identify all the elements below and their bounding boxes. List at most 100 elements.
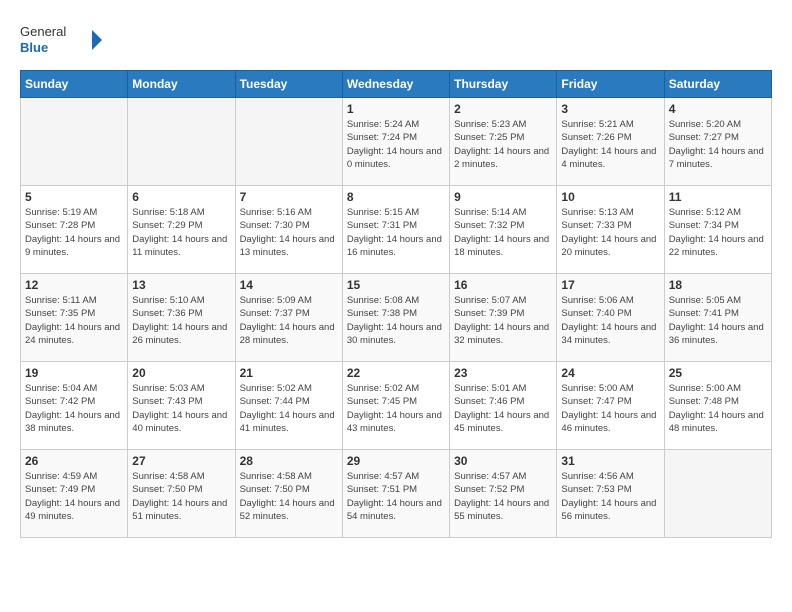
day-number: 28 <box>240 454 338 468</box>
cell-info: Sunrise: 5:15 AM Sunset: 7:31 PM Dayligh… <box>347 206 445 259</box>
calendar-cell: 19 Sunrise: 5:04 AM Sunset: 7:42 PM Dayl… <box>21 362 128 450</box>
day-number: 16 <box>454 278 552 292</box>
day-number: 18 <box>669 278 767 292</box>
cell-info: Sunrise: 5:09 AM Sunset: 7:37 PM Dayligh… <box>240 294 338 347</box>
calendar-cell: 18 Sunrise: 5:05 AM Sunset: 7:41 PM Dayl… <box>664 274 771 362</box>
day-number: 1 <box>347 102 445 116</box>
cell-info: Sunrise: 4:57 AM Sunset: 7:51 PM Dayligh… <box>347 470 445 523</box>
week-row-1: 1 Sunrise: 5:24 AM Sunset: 7:24 PM Dayli… <box>21 98 772 186</box>
calendar-cell: 7 Sunrise: 5:16 AM Sunset: 7:30 PM Dayli… <box>235 186 342 274</box>
calendar-cell: 31 Sunrise: 4:56 AM Sunset: 7:53 PM Dayl… <box>557 450 664 538</box>
day-number: 4 <box>669 102 767 116</box>
calendar-cell: 24 Sunrise: 5:00 AM Sunset: 7:47 PM Dayl… <box>557 362 664 450</box>
calendar-cell: 4 Sunrise: 5:20 AM Sunset: 7:27 PM Dayli… <box>664 98 771 186</box>
calendar-cell <box>235 98 342 186</box>
calendar-cell: 17 Sunrise: 5:06 AM Sunset: 7:40 PM Dayl… <box>557 274 664 362</box>
cell-info: Sunrise: 5:13 AM Sunset: 7:33 PM Dayligh… <box>561 206 659 259</box>
cell-info: Sunrise: 5:19 AM Sunset: 7:28 PM Dayligh… <box>25 206 123 259</box>
cell-info: Sunrise: 5:23 AM Sunset: 7:25 PM Dayligh… <box>454 118 552 171</box>
day-number: 24 <box>561 366 659 380</box>
cell-info: Sunrise: 5:01 AM Sunset: 7:46 PM Dayligh… <box>454 382 552 435</box>
week-row-4: 19 Sunrise: 5:04 AM Sunset: 7:42 PM Dayl… <box>21 362 772 450</box>
day-number: 31 <box>561 454 659 468</box>
week-row-2: 5 Sunrise: 5:19 AM Sunset: 7:28 PM Dayli… <box>21 186 772 274</box>
calendar-cell: 21 Sunrise: 5:02 AM Sunset: 7:44 PM Dayl… <box>235 362 342 450</box>
day-header-saturday: Saturday <box>664 71 771 98</box>
cell-info: Sunrise: 5:11 AM Sunset: 7:35 PM Dayligh… <box>25 294 123 347</box>
day-number: 8 <box>347 190 445 204</box>
cell-info: Sunrise: 5:02 AM Sunset: 7:44 PM Dayligh… <box>240 382 338 435</box>
cell-info: Sunrise: 5:03 AM Sunset: 7:43 PM Dayligh… <box>132 382 230 435</box>
cell-info: Sunrise: 5:14 AM Sunset: 7:32 PM Dayligh… <box>454 206 552 259</box>
cell-info: Sunrise: 5:02 AM Sunset: 7:45 PM Dayligh… <box>347 382 445 435</box>
day-header-tuesday: Tuesday <box>235 71 342 98</box>
day-number: 25 <box>669 366 767 380</box>
calendar-cell: 13 Sunrise: 5:10 AM Sunset: 7:36 PM Dayl… <box>128 274 235 362</box>
week-row-3: 12 Sunrise: 5:11 AM Sunset: 7:35 PM Dayl… <box>21 274 772 362</box>
day-number: 23 <box>454 366 552 380</box>
calendar-cell <box>21 98 128 186</box>
cell-info: Sunrise: 5:10 AM Sunset: 7:36 PM Dayligh… <box>132 294 230 347</box>
cell-info: Sunrise: 4:58 AM Sunset: 7:50 PM Dayligh… <box>240 470 338 523</box>
calendar-cell: 20 Sunrise: 5:03 AM Sunset: 7:43 PM Dayl… <box>128 362 235 450</box>
calendar-cell: 1 Sunrise: 5:24 AM Sunset: 7:24 PM Dayli… <box>342 98 449 186</box>
day-number: 9 <box>454 190 552 204</box>
cell-info: Sunrise: 5:08 AM Sunset: 7:38 PM Dayligh… <box>347 294 445 347</box>
day-number: 29 <box>347 454 445 468</box>
day-number: 15 <box>347 278 445 292</box>
cell-info: Sunrise: 5:21 AM Sunset: 7:26 PM Dayligh… <box>561 118 659 171</box>
calendar-cell: 11 Sunrise: 5:12 AM Sunset: 7:34 PM Dayl… <box>664 186 771 274</box>
calendar-cell: 26 Sunrise: 4:59 AM Sunset: 7:49 PM Dayl… <box>21 450 128 538</box>
day-number: 21 <box>240 366 338 380</box>
calendar-table: SundayMondayTuesdayWednesdayThursdayFrid… <box>20 70 772 538</box>
cell-info: Sunrise: 5:06 AM Sunset: 7:40 PM Dayligh… <box>561 294 659 347</box>
calendar-cell: 28 Sunrise: 4:58 AM Sunset: 7:50 PM Dayl… <box>235 450 342 538</box>
day-number: 2 <box>454 102 552 116</box>
calendar-cell: 8 Sunrise: 5:15 AM Sunset: 7:31 PM Dayli… <box>342 186 449 274</box>
calendar-cell: 22 Sunrise: 5:02 AM Sunset: 7:45 PM Dayl… <box>342 362 449 450</box>
cell-info: Sunrise: 4:57 AM Sunset: 7:52 PM Dayligh… <box>454 470 552 523</box>
calendar-cell: 5 Sunrise: 5:19 AM Sunset: 7:28 PM Dayli… <box>21 186 128 274</box>
day-number: 13 <box>132 278 230 292</box>
calendar-cell: 12 Sunrise: 5:11 AM Sunset: 7:35 PM Dayl… <box>21 274 128 362</box>
cell-info: Sunrise: 5:07 AM Sunset: 7:39 PM Dayligh… <box>454 294 552 347</box>
day-number: 3 <box>561 102 659 116</box>
calendar-cell: 25 Sunrise: 5:00 AM Sunset: 7:48 PM Dayl… <box>664 362 771 450</box>
day-number: 20 <box>132 366 230 380</box>
cell-info: Sunrise: 5:12 AM Sunset: 7:34 PM Dayligh… <box>669 206 767 259</box>
cell-info: Sunrise: 5:00 AM Sunset: 7:47 PM Dayligh… <box>561 382 659 435</box>
cell-info: Sunrise: 5:00 AM Sunset: 7:48 PM Dayligh… <box>669 382 767 435</box>
calendar-cell: 3 Sunrise: 5:21 AM Sunset: 7:26 PM Dayli… <box>557 98 664 186</box>
cell-info: Sunrise: 5:04 AM Sunset: 7:42 PM Dayligh… <box>25 382 123 435</box>
calendar-cell <box>664 450 771 538</box>
day-number: 12 <box>25 278 123 292</box>
calendar-cell: 30 Sunrise: 4:57 AM Sunset: 7:52 PM Dayl… <box>450 450 557 538</box>
svg-text:General: General <box>20 24 66 39</box>
calendar-cell: 15 Sunrise: 5:08 AM Sunset: 7:38 PM Dayl… <box>342 274 449 362</box>
calendar-cell: 9 Sunrise: 5:14 AM Sunset: 7:32 PM Dayli… <box>450 186 557 274</box>
calendar-cell: 6 Sunrise: 5:18 AM Sunset: 7:29 PM Dayli… <box>128 186 235 274</box>
cell-info: Sunrise: 5:24 AM Sunset: 7:24 PM Dayligh… <box>347 118 445 171</box>
calendar-cell: 27 Sunrise: 4:58 AM Sunset: 7:50 PM Dayl… <box>128 450 235 538</box>
logo-icon: General Blue <box>20 20 110 60</box>
calendar-cell: 16 Sunrise: 5:07 AM Sunset: 7:39 PM Dayl… <box>450 274 557 362</box>
day-number: 27 <box>132 454 230 468</box>
logo: General Blue <box>20 20 110 60</box>
cell-info: Sunrise: 4:58 AM Sunset: 7:50 PM Dayligh… <box>132 470 230 523</box>
day-header-wednesday: Wednesday <box>342 71 449 98</box>
calendar-cell: 23 Sunrise: 5:01 AM Sunset: 7:46 PM Dayl… <box>450 362 557 450</box>
day-number: 10 <box>561 190 659 204</box>
day-number: 7 <box>240 190 338 204</box>
calendar-cell <box>128 98 235 186</box>
day-number: 5 <box>25 190 123 204</box>
day-number: 30 <box>454 454 552 468</box>
cell-info: Sunrise: 5:16 AM Sunset: 7:30 PM Dayligh… <box>240 206 338 259</box>
day-number: 17 <box>561 278 659 292</box>
day-header-sunday: Sunday <box>21 71 128 98</box>
calendar-cell: 29 Sunrise: 4:57 AM Sunset: 7:51 PM Dayl… <box>342 450 449 538</box>
page-header: General Blue <box>20 20 772 60</box>
day-header-monday: Monday <box>128 71 235 98</box>
calendar-cell: 2 Sunrise: 5:23 AM Sunset: 7:25 PM Dayli… <box>450 98 557 186</box>
day-number: 11 <box>669 190 767 204</box>
cell-info: Sunrise: 4:56 AM Sunset: 7:53 PM Dayligh… <box>561 470 659 523</box>
